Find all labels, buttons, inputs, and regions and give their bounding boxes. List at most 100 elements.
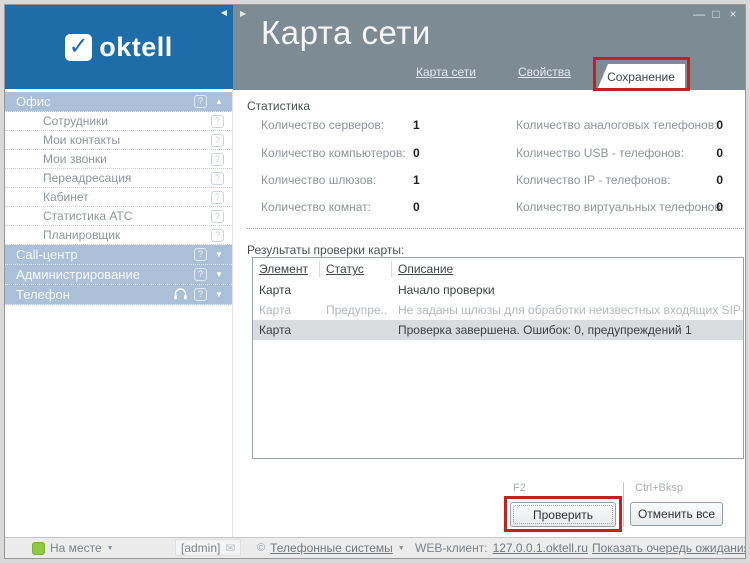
cancel-shortcut-label: Ctrl+Bksp <box>635 482 683 494</box>
sidebar-group-office[interactable]: Офис ? ▲ <box>5 92 232 112</box>
sidebar-item-label: Сотрудники <box>43 114 108 128</box>
app-window: ◀ ✓ oktell Офис ? ▲ Сотрудники ? Мои кон… <box>4 4 746 559</box>
web-client-url-link[interactable]: 127.0.0.1.oktell.ru <box>493 541 588 555</box>
sidebar-item-employees[interactable]: Сотрудники ? <box>5 112 232 131</box>
stat-label: Количество компьютеров: <box>261 146 406 160</box>
help-icon[interactable]: ? <box>211 191 224 204</box>
results-section-title: Результаты проверки карты: <box>247 243 404 257</box>
window-controls: — □ × <box>692 7 740 21</box>
sidebar-group-label: Call-центр <box>16 247 78 262</box>
section-divider <box>247 228 744 229</box>
sidebar-group-call-center[interactable]: Call-центр ? ▼ <box>5 245 232 265</box>
sidebar-item-my-calls[interactable]: Мои звонки ? <box>5 150 232 169</box>
chevron-down-icon: ▼ <box>214 250 224 259</box>
sidebar-item-label: Переадресация <box>43 171 131 185</box>
tab-properties[interactable]: Свойства <box>518 65 571 79</box>
cancel-all-button[interactable]: Отменить все <box>630 502 723 526</box>
headset-icon <box>173 288 188 301</box>
help-icon[interactable]: ? <box>211 210 224 223</box>
check-button[interactable]: Проверить <box>510 502 616 527</box>
save-tab-content: Статистика Количество серверов: 1 Количе… <box>233 90 745 539</box>
oktell-logo: ✓ oktell <box>5 31 233 63</box>
close-button[interactable]: × <box>726 7 740 21</box>
help-icon[interactable]: ? <box>194 95 207 108</box>
current-user[interactable]: [admin] ✉ <box>175 539 241 556</box>
help-icon[interactable]: ? <box>194 248 207 261</box>
help-icon[interactable]: ? <box>194 268 207 281</box>
stat-value: 1 <box>413 173 453 187</box>
status-bar: На месте ▼ [admin] ✉ © Телефонные систем… <box>5 537 745 558</box>
help-icon[interactable]: ? <box>211 172 224 185</box>
stat-value: 0 <box>683 146 723 160</box>
sidebar-logo-block: ◀ ✓ oktell <box>5 5 233 89</box>
stat-label: Количество IP - телефонов: <box>516 173 670 187</box>
sidebar-menu: Офис ? ▲ Сотрудники ? Мои контакты ? Мои… <box>5 92 232 305</box>
show-queue-link[interactable]: Показать очередь ожидания <box>592 541 746 555</box>
table-header-row: Элемент Статус Описание <box>253 258 743 280</box>
sidebar-item-cabinet[interactable]: Кабинет ? <box>5 188 232 207</box>
stat-value: 0 <box>413 200 453 214</box>
column-header-description[interactable]: Описание <box>392 262 743 276</box>
table-row[interactable]: Карта Предупре.. Не заданы шлюзы для обр… <box>253 300 743 320</box>
sidebar-item-label: Мои звонки <box>43 152 107 166</box>
stat-value: 0 <box>683 118 723 132</box>
sidebar-item-label: Планировщик <box>43 228 120 242</box>
company-menu[interactable]: © Телефонные системы ▼ <box>257 538 405 558</box>
chevron-down-icon: ▼ <box>107 545 114 552</box>
help-icon[interactable]: ? <box>211 134 224 147</box>
stat-label: Количество комнат: <box>261 200 371 214</box>
page-header: ▶ — □ × Карта сети Карта сети Свойства С… <box>233 5 745 90</box>
table-row[interactable]: Карта Начало проверки <box>253 280 743 300</box>
waiting-queue: Показать очередь ожидания <box>592 538 746 558</box>
presence-selector[interactable]: На месте ▼ <box>32 538 114 558</box>
sidebar-item-label: Кабинет <box>43 190 89 204</box>
help-icon[interactable]: ? <box>211 229 224 242</box>
sidebar-item-label: Статистика АТС <box>43 209 132 223</box>
sidebar-group-label: Администрирование <box>16 267 140 282</box>
copyright-icon: © <box>257 542 265 554</box>
sidebar: ◀ ✓ oktell Офис ? ▲ Сотрудники ? Мои кон… <box>5 5 233 539</box>
presence-label: На месте <box>50 541 102 555</box>
chevron-down-icon: ▼ <box>214 270 224 279</box>
column-header-element[interactable]: Элемент <box>253 261 320 277</box>
logo-check-icon: ✓ <box>65 34 92 61</box>
sidebar-item-scheduler[interactable]: Планировщик ? <box>5 226 232 245</box>
chevron-up-icon: ▲ <box>214 97 224 106</box>
help-icon[interactable]: ? <box>211 153 224 166</box>
maximize-button[interactable]: □ <box>709 7 723 21</box>
sidebar-collapse-icon[interactable]: ◀ <box>221 8 227 18</box>
panel-expand-icon[interactable]: ▶ <box>240 9 246 18</box>
help-icon[interactable]: ? <box>194 288 207 301</box>
web-client-info: WEB-клиент: 127.0.0.1.oktell.ru <box>415 538 588 558</box>
minimize-button[interactable]: — <box>692 7 706 21</box>
main-panel: ▶ — □ × Карта сети Карта сети Свойства С… <box>233 5 745 539</box>
check-shortcut-label: F2 <box>513 482 526 494</box>
stat-value: 0 <box>683 173 723 187</box>
column-header-status[interactable]: Статус <box>320 261 392 277</box>
button-divider <box>623 482 624 527</box>
tab-network-map[interactable]: Карта сети <box>416 65 476 79</box>
company-link[interactable]: Телефонные системы <box>270 541 393 555</box>
stat-label: Количество шлюзов: <box>261 173 376 187</box>
presence-status-icon <box>32 542 45 555</box>
envelope-icon[interactable]: ✉ <box>225 541 235 555</box>
table-row-selected[interactable]: Карта Проверка завершена. Ошибок: 0, пре… <box>253 320 743 340</box>
help-icon[interactable]: ? <box>211 115 224 128</box>
sidebar-item-label: Мои контакты <box>43 133 120 147</box>
stat-label: Количество USB - телефонов: <box>516 146 684 160</box>
statistics-section-title: Статистика <box>247 99 310 113</box>
tab-save-active[interactable]: Сохранение <box>597 64 685 90</box>
web-client-label: WEB-клиент: <box>415 541 488 555</box>
sidebar-group-label: Офис <box>16 94 51 109</box>
sidebar-item-forwarding[interactable]: Переадресация ? <box>5 169 232 188</box>
sidebar-group-administration[interactable]: Администрирование ? ▼ <box>5 265 232 285</box>
logo-text: oktell <box>99 32 173 63</box>
username-label: [admin] <box>181 541 220 555</box>
sidebar-item-pbx-statistics[interactable]: Статистика АТС ? <box>5 207 232 226</box>
sidebar-item-my-contacts[interactable]: Мои контакты ? <box>5 131 232 150</box>
chevron-down-icon: ▼ <box>398 545 405 552</box>
stat-value: 1 <box>413 118 453 132</box>
sidebar-group-phone[interactable]: Телефон ? ▼ <box>5 285 232 305</box>
stat-value: 0 <box>683 200 723 214</box>
chevron-down-icon: ▼ <box>214 290 224 299</box>
